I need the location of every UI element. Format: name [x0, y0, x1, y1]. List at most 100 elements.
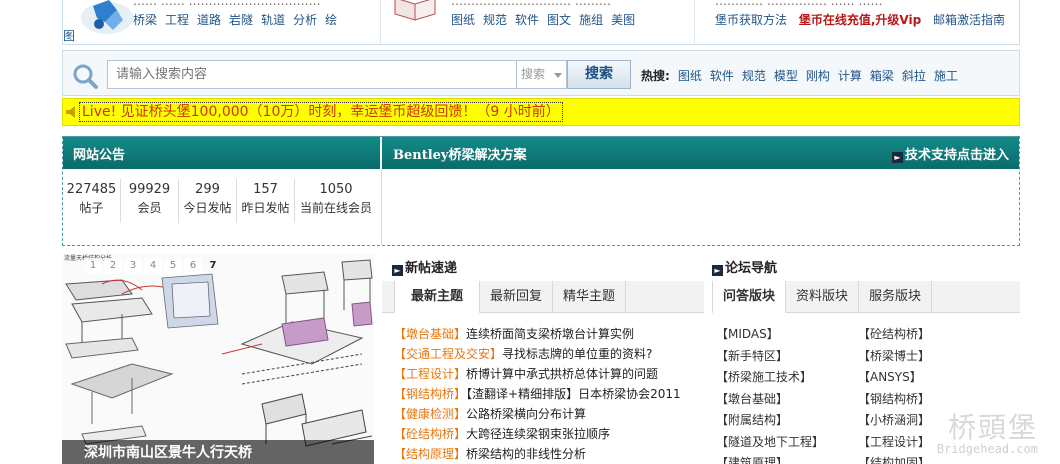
forum-board-link[interactable]: 【隧道及地下工程】	[716, 432, 858, 454]
dropdown-arrow-icon	[554, 73, 562, 78]
hot-search-link[interactable]: 斜拉	[902, 69, 926, 83]
forum-board-link[interactable]: 【墩台基础】	[716, 389, 858, 411]
bentley-solution-title[interactable]: Bentley桥梁解决方案	[393, 144, 526, 163]
category-section-engineering: …… …… …………………………… 桥梁 工程 道路 岩隧 轨道 分析绘 图	[63, 0, 381, 45]
site-stats: 227485 帖子 99929 会员 299 今日发帖 157 昨日发帖 1050 当前在线会员	[63, 179, 377, 223]
post-item[interactable]: 【钢结构桥】【渣翻译+精细排版】日本桥梁协会2011	[394, 384, 704, 404]
announcement-link[interactable]: Live! 见证桥头堡100,000（10万）时刻，幸运堡币超级回馈！（9 小时…	[79, 102, 563, 122]
forum-board-link[interactable]: 【MIDAS】	[716, 324, 858, 346]
post-category[interactable]: 【健康检测】	[394, 407, 466, 421]
hot-search-link[interactable]: 箱梁	[870, 69, 894, 83]
search-input[interactable]	[107, 60, 517, 89]
forum-board-link[interactable]: 【建筑原理】	[716, 453, 858, 464]
post-item[interactable]: 【工程设计】桥博计算中承式拱桥总体计算的问题	[394, 364, 704, 384]
search-button[interactable]: 搜索	[567, 60, 631, 89]
post-title[interactable]: 桥博计算中承式拱桥总体计算的问题	[466, 367, 658, 381]
post-title[interactable]: 寻找标志牌的单位重的资料?	[502, 347, 652, 361]
new-posts-tabs: 最新主题 最新回复 精华主题	[382, 281, 704, 314]
forum-board-link[interactable]: 【附属结构】	[716, 410, 858, 432]
post-title[interactable]: 【渣翻译+精细排版】日本桥梁协会2011	[466, 387, 681, 401]
post-item[interactable]: 【墩台基础】连续桥面简支梁桥墩台计算实例	[394, 324, 704, 344]
forum-board-link[interactable]: 【砼结构桥】	[858, 324, 998, 346]
tab-featured-topics[interactable]: 精华主题	[553, 281, 627, 313]
email-activation-link[interactable]: 邮箱激活指南	[933, 13, 1005, 27]
tab-resource-boards[interactable]: 资料版块	[786, 281, 860, 313]
category-link[interactable]: 分析	[293, 13, 317, 27]
post-item[interactable]: 【砼结构桥】大跨径连续梁钢束张拉顺序	[394, 424, 704, 444]
coin-guide-link[interactable]: 堡币获取方法	[715, 13, 787, 27]
category-link[interactable]: 岩隧	[229, 13, 253, 27]
post-category[interactable]: 【钢结构桥】	[394, 387, 466, 401]
post-category[interactable]: 【交通工程及交安】	[394, 347, 502, 361]
forum-nav-tabs: 问答版块 资料版块 服务版块	[712, 281, 1020, 314]
slideshow-caption[interactable]: 深圳市南山区景牛人行天桥	[62, 440, 374, 464]
resource-link[interactable]: 施组	[579, 13, 603, 27]
resource-link[interactable]: 软件	[515, 13, 539, 27]
hot-search-link[interactable]: 刚构	[806, 69, 830, 83]
forum-board-link[interactable]: 【ANSYS】	[858, 367, 998, 389]
category-links-engineering: 桥梁 工程 道路 岩隧 轨道 分析绘	[133, 11, 345, 28]
post-title[interactable]: 大跨径连续梁钢束张拉顺序	[466, 427, 610, 441]
stat-number: 227485	[66, 182, 117, 197]
post-title[interactable]: 桥梁结构的非线性分析	[466, 447, 586, 461]
slide-page-button[interactable]: 6	[184, 258, 202, 274]
tech-support-label: 技术支持点击进入	[904, 148, 1009, 163]
tech-support-link[interactable]: ► 技术支持点击进入	[891, 144, 1009, 163]
tab-qa-boards[interactable]: 问答版块	[712, 281, 787, 314]
category-link[interactable]: 轨道	[261, 13, 285, 27]
resource-link[interactable]: 美图	[611, 13, 635, 27]
slide-page-button[interactable]: 3	[124, 258, 142, 274]
stat-label: 当前在线会员	[299, 201, 372, 215]
post-item[interactable]: 【结构原理】桥梁结构的非线性分析	[394, 444, 704, 464]
category-link-drawing-tail[interactable]: 图	[63, 27, 75, 44]
category-link[interactable]: 道路	[197, 13, 221, 27]
featured-slideshow[interactable]: 流量天桥结构分析	[62, 254, 374, 464]
coin-recharge-link[interactable]: 堡币在线充值,升级Vip	[799, 13, 921, 27]
forum-row: 【桥梁施工技术】 【ANSYS】	[716, 367, 1016, 389]
post-category[interactable]: 【结构原理】	[394, 447, 466, 461]
category-link[interactable]: 绘	[325, 13, 337, 27]
bridgehead-logo-icon	[81, 0, 133, 34]
forum-board-link[interactable]: 【桥梁博士】	[858, 346, 998, 368]
book-icon	[394, 0, 436, 21]
slide-page-button[interactable]: 1	[84, 258, 102, 274]
category-section-account: ………… …………… …… …… 堡币获取方法 堡币在线充值,升级Vip 邮箱激…	[695, 0, 1021, 45]
hot-search-link[interactable]: 施工	[934, 69, 958, 83]
forum-board-link[interactable]: 【桥梁施工技术】	[716, 367, 858, 389]
tab-latest-replies[interactable]: 最新回复	[480, 281, 554, 313]
category-link[interactable]: 桥梁	[133, 13, 157, 27]
hot-search-link[interactable]: 模型	[774, 69, 798, 83]
stat-label: 帖子	[79, 201, 104, 215]
post-title[interactable]: 公路桥梁横向分布计算	[466, 407, 586, 421]
hot-search-link[interactable]: 规范	[742, 69, 766, 83]
stat-item: 227485 帖子	[63, 179, 121, 223]
forum-row: 【新手特区】 【桥梁博士】	[716, 346, 1016, 368]
slide-page-button[interactable]: 5	[164, 258, 182, 274]
bridge-drawing-image: 流量天桥结构分析	[62, 254, 374, 464]
hot-search-link[interactable]: 计算	[838, 69, 862, 83]
slide-page-button[interactable]: 7	[204, 258, 222, 274]
arrow-right-icon: ►	[392, 265, 403, 276]
announcement-bar: Live! 见证桥头堡100,000（10万）时刻，幸运堡币超级回馈！（9 小时…	[62, 98, 1020, 126]
hot-search-link[interactable]: 软件	[710, 69, 734, 83]
slide-page-button[interactable]: 2	[104, 258, 122, 274]
resource-link[interactable]: 图纸	[451, 13, 475, 27]
post-category[interactable]: 【砼结构桥】	[394, 427, 466, 441]
hot-search-link[interactable]: 图纸	[678, 69, 702, 83]
post-category[interactable]: 【墩台基础】	[394, 327, 466, 341]
account-links: 堡币获取方法 堡币在线充值,升级Vip 邮箱激活指南	[715, 11, 1013, 28]
search-type-select[interactable]: 搜索	[517, 60, 567, 89]
search-bar: 搜索 搜索 热搜: 图纸软件规范模型刚构计算箱梁斜拉施工	[62, 50, 1020, 96]
tab-service-boards[interactable]: 服务版块	[859, 281, 933, 313]
category-link[interactable]: 工程	[165, 13, 189, 27]
slide-page-button[interactable]: 4	[144, 258, 162, 274]
resource-link[interactable]: 规范	[483, 13, 507, 27]
notice-divider	[381, 169, 382, 245]
post-category[interactable]: 【工程设计】	[394, 367, 466, 381]
post-title[interactable]: 连续桥面简支梁桥墩台计算实例	[466, 327, 634, 341]
post-item[interactable]: 【健康检测】公路桥梁横向分布计算	[394, 404, 704, 424]
forum-board-link[interactable]: 【新手特区】	[716, 346, 858, 368]
tab-latest-topics[interactable]: 最新主题	[394, 281, 481, 314]
post-item[interactable]: 【交通工程及交安】寻找标志牌的单位重的资料?	[394, 344, 704, 364]
resource-link[interactable]: 图文	[547, 13, 571, 27]
